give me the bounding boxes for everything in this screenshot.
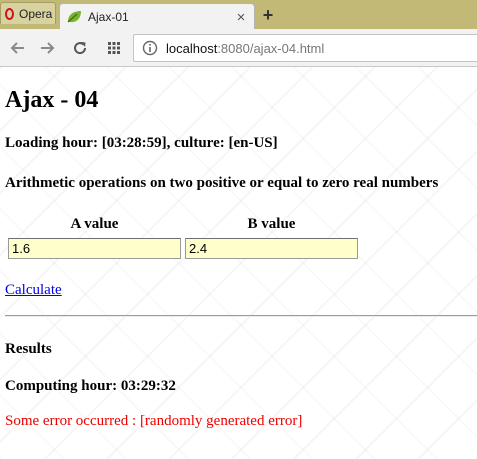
tab-opera-label: Opera bbox=[19, 6, 53, 21]
a-value-input[interactable] bbox=[8, 238, 181, 259]
tab-opera[interactable]: Opera bbox=[0, 2, 56, 24]
url-host: localhost bbox=[166, 40, 218, 56]
browser-toolbar: localhost:8080/ajax-04.html bbox=[0, 29, 477, 67]
operations-heading: Arithmetic operations on two positive or… bbox=[5, 175, 439, 191]
page-content: Ajax - 04 Loading hour: [03:28:59], cult… bbox=[0, 67, 477, 459]
tab-ajax-01[interactable]: Ajax-01 × bbox=[59, 3, 255, 30]
apps-button[interactable] bbox=[104, 38, 124, 58]
new-tab-button[interactable]: + bbox=[258, 5, 278, 25]
loading-hour-text: Loading hour: [03:28:59], culture: [en-U… bbox=[5, 135, 278, 151]
back-button[interactable] bbox=[8, 38, 28, 58]
error-message: Some error occurred : [randomly generate… bbox=[5, 413, 303, 429]
computing-hour-text: Computing hour: 03:29:32 bbox=[5, 378, 176, 394]
info-icon[interactable] bbox=[142, 40, 158, 56]
leaf-icon bbox=[67, 11, 81, 23]
a-value-label: A value bbox=[70, 216, 119, 232]
tab-bar: Opera Ajax-01 × + bbox=[0, 0, 477, 30]
forward-button[interactable] bbox=[37, 38, 57, 58]
reload-button[interactable] bbox=[70, 38, 90, 58]
calculate-link[interactable]: Calculate bbox=[5, 282, 62, 299]
close-tab-icon[interactable]: × bbox=[234, 10, 248, 25]
grid-icon bbox=[108, 42, 120, 54]
url-path: :8080/ajax-04.html bbox=[217, 40, 325, 56]
b-value-input[interactable] bbox=[185, 238, 358, 259]
reload-icon bbox=[74, 42, 87, 55]
divider bbox=[5, 315, 477, 317]
page-title: Ajax - 04 bbox=[5, 87, 99, 113]
opera-logo-icon bbox=[5, 7, 14, 20]
b-value-label: B value bbox=[247, 216, 296, 232]
address-bar[interactable]: localhost:8080/ajax-04.html bbox=[133, 34, 477, 62]
results-heading: Results bbox=[5, 341, 52, 357]
arrow-right-icon bbox=[41, 42, 55, 54]
tab-ajax-01-label: Ajax-01 bbox=[88, 10, 129, 24]
arrow-left-icon bbox=[10, 42, 24, 54]
